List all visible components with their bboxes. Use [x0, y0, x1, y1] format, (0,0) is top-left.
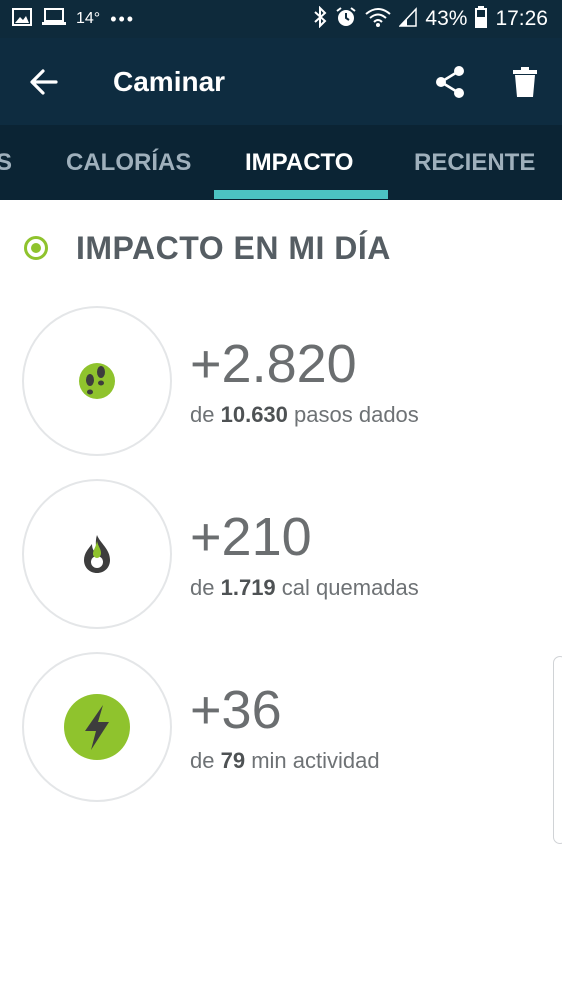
delete-button[interactable] [503, 60, 547, 104]
status-right: 43% 17:26 [313, 0, 548, 38]
calories-suffix: cal quemadas [281, 575, 419, 600]
footsteps-icon [79, 363, 115, 399]
calories-prefix: de [190, 575, 215, 600]
steps-prefix: de [190, 402, 215, 427]
temperature: 14° [76, 10, 101, 27]
lightning-bolt-icon [64, 694, 130, 760]
battery-icon [475, 5, 488, 33]
laptop-icon [42, 7, 66, 31]
tab-bar: S CALORÍAS IMPACTO RECIENTE [0, 125, 562, 200]
active-minutes-icon-circle [22, 652, 172, 802]
flame-icon [84, 535, 110, 573]
calories-value: +210 [190, 507, 312, 567]
app-toolbar: Caminar [0, 38, 562, 125]
calories-total: 1.719 [220, 575, 276, 600]
active-tab-indicator [214, 190, 388, 199]
section-title: IMPACTO EN MI DÍA [76, 229, 391, 266]
impact-row-steps: +2.820 de 10.630 pasos dados [22, 306, 542, 456]
alarm-icon [335, 6, 357, 33]
section-header: IMPACTO EN MI DÍA [24, 224, 391, 272]
edge-panel-handle[interactable] [553, 656, 562, 844]
target-dot-icon [24, 236, 48, 260]
active-minutes-total: 79 [220, 748, 246, 773]
gallery-icon [12, 7, 32, 31]
share-icon [436, 66, 464, 98]
steps-value: +2.820 [190, 334, 357, 394]
steps-icon-circle [22, 306, 172, 456]
calories-icon-circle [22, 479, 172, 629]
tab-calorias[interactable]: CALORÍAS [66, 125, 191, 200]
battery-percent: 43% [425, 7, 468, 30]
share-button[interactable] [428, 60, 472, 104]
active-minutes-suffix: min actividad [251, 748, 380, 773]
back-button[interactable] [22, 60, 66, 104]
steps-description: de 10.630 pasos dados [190, 400, 419, 430]
status-left: 14° ••• [12, 0, 135, 38]
impact-row-calories: +210 de 1.719 cal quemadas [22, 479, 542, 629]
active-minutes-description: de 79 min actividad [190, 746, 380, 776]
clock: 17:26 [495, 7, 548, 30]
steps-suffix: pasos dados [294, 402, 419, 427]
tab-reciente[interactable]: RECIENTE [414, 125, 535, 200]
active-minutes-prefix: de [190, 748, 215, 773]
steps-total: 10.630 [220, 402, 288, 427]
status-bar: 14° ••• 43% 17:26 [0, 0, 562, 38]
wifi-icon [365, 7, 392, 32]
more-notifications-icon: ••• [110, 8, 136, 29]
tab-previous[interactable]: S [0, 125, 12, 200]
page-title: Caminar [113, 66, 226, 97]
calories-description: de 1.719 cal quemadas [190, 573, 419, 603]
impact-row-active-minutes: +36 de 79 min actividad [22, 652, 542, 802]
active-minutes-value: +36 [190, 680, 282, 740]
tab-impacto[interactable]: IMPACTO [245, 125, 353, 200]
trash-icon [513, 67, 537, 97]
bluetooth-icon [313, 5, 327, 33]
signal-icon [398, 6, 418, 32]
arrow-left-icon [30, 69, 58, 95]
